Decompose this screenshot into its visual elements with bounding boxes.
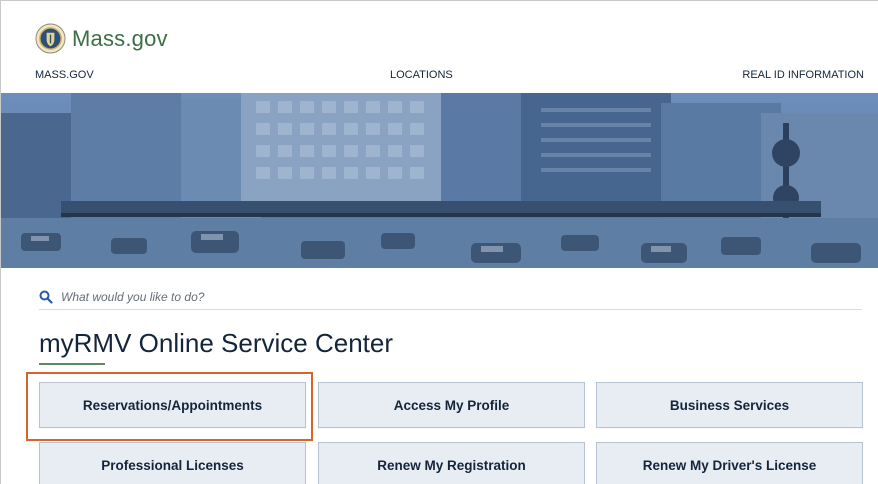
title-underline: [39, 363, 105, 365]
nav-link-mass-gov[interactable]: MASS.GOV: [35, 69, 94, 81]
page-title: myRMV Online Service Center: [39, 328, 393, 358]
reservations-appointments-button[interactable]: Reservations/Appointments: [39, 382, 306, 428]
business-services-button[interactable]: Business Services: [596, 382, 863, 428]
search-icon: [39, 290, 53, 304]
renew-drivers-license-button[interactable]: Renew My Driver's License: [596, 442, 863, 484]
brand-name: Mass.gov: [72, 25, 168, 51]
massachusetts-seal-icon: [35, 23, 66, 54]
brand-logo[interactable]: Mass.gov: [35, 23, 168, 54]
hero-banner-image: [1, 93, 878, 268]
site-header: Mass.gov MASS.GOV LOCATIONS REAL ID INFO…: [1, 1, 878, 93]
city-highway-banner-image: [1, 93, 878, 268]
access-my-profile-button[interactable]: Access My Profile: [318, 382, 585, 428]
nav-link-real-id[interactable]: REAL ID INFORMATION: [742, 69, 864, 81]
nav-link-locations[interactable]: LOCATIONS: [390, 69, 453, 81]
top-nav: MASS.GOV LOCATIONS REAL ID INFORMATION: [1, 69, 878, 83]
professional-licenses-button[interactable]: Professional Licenses: [39, 442, 306, 484]
renew-my-registration-button[interactable]: Renew My Registration: [318, 442, 585, 484]
search-bar[interactable]: What would you like to do?: [39, 284, 862, 310]
search-input[interactable]: What would you like to do?: [61, 290, 204, 304]
